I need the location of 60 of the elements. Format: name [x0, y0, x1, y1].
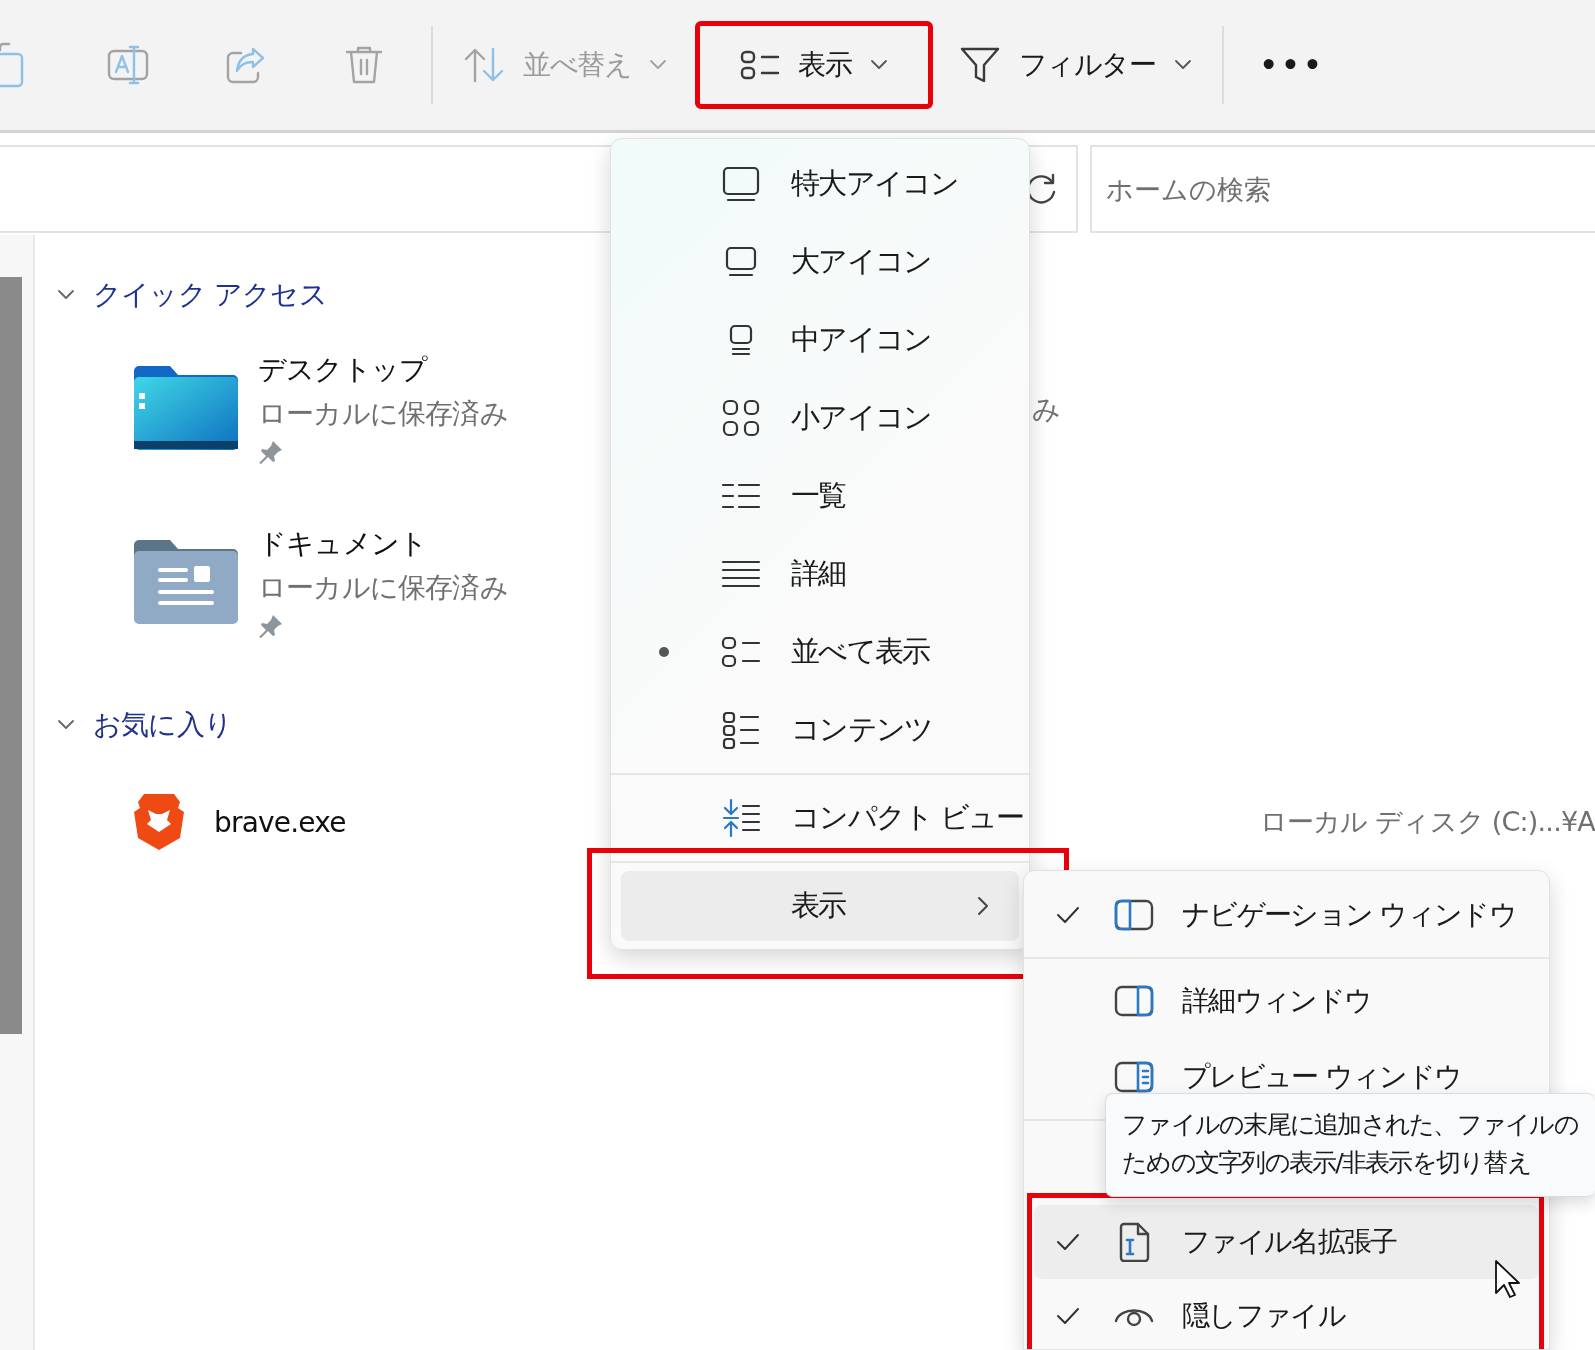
menu-item[interactable]: 一覧	[611, 457, 1029, 535]
file-name[interactable]: brave.exe	[214, 805, 346, 839]
filter-button[interactable]: フィルター	[936, 26, 1214, 104]
file-location: ローカル ディスク (C:)...¥A	[1259, 805, 1595, 839]
tooltip-text: ための文字列の表示/非表示を切り替え	[1122, 1147, 1531, 1179]
compact-view-icon	[721, 798, 761, 838]
folder-status: ローカルに保存済み	[258, 396, 508, 432]
menu-item[interactable]: 小アイコン	[611, 379, 1029, 457]
pin-icon	[258, 439, 284, 465]
menu-item[interactable]: 特大アイコン	[611, 145, 1029, 223]
folder-icon	[132, 365, 240, 451]
details-icon	[721, 560, 761, 588]
tiles-view-icon	[721, 636, 761, 668]
tooltip-text: ファイルの末尾に追加された、ファイルの	[1122, 1109, 1578, 1141]
monitor-icon	[722, 166, 760, 202]
group-header[interactable]: クイック アクセス	[93, 276, 327, 314]
pane-icon	[1114, 1061, 1154, 1093]
submenu-item[interactable]: 表示	[621, 871, 1019, 941]
scrollbar-thumb[interactable]	[0, 277, 22, 1034]
sort-icon	[463, 47, 505, 83]
cursor-icon	[1494, 1259, 1520, 1299]
menu-item[interactable]: コンテンツ	[611, 691, 1029, 769]
tiles-view-icon	[740, 50, 781, 80]
monitor-icon	[727, 324, 755, 356]
pin-icon	[258, 613, 284, 639]
list-icon	[721, 482, 761, 510]
folder-name[interactable]: デスクトップ	[258, 351, 508, 389]
shield-icon	[132, 792, 186, 852]
menu-item[interactable]: ナビゲーション ウィンドウ	[1034, 877, 1539, 953]
more-button[interactable]: •••	[1231, 26, 1354, 104]
menu-item[interactable]: 並べて表示	[611, 613, 1029, 691]
folder-status: ローカルに保存済み	[258, 570, 508, 606]
rename-icon	[107, 45, 149, 85]
search-field[interactable]: ホームの検索	[1090, 145, 1595, 233]
folder-icon	[132, 539, 240, 625]
menu-item[interactable]: 詳細ウィンドウ	[1034, 963, 1539, 1039]
grid-icon	[722, 399, 760, 437]
trash-icon	[344, 44, 384, 86]
monitor-icon	[724, 246, 758, 278]
content-view-icon	[722, 711, 760, 749]
menu-item[interactable]: 詳細	[611, 535, 1029, 613]
document-icon	[1118, 1222, 1150, 1262]
folder-status: み	[1032, 392, 1061, 428]
pane-icon	[1114, 899, 1154, 931]
folder-name[interactable]: ドキュメント	[258, 525, 508, 563]
group-header[interactable]: お気に入り	[93, 706, 232, 744]
menu-item[interactable]: ファイル名拡張子	[1034, 1205, 1539, 1279]
chevron-down-icon	[57, 289, 75, 301]
menu-item[interactable]: 大アイコン	[611, 223, 1029, 301]
chevron-right-icon	[977, 896, 989, 916]
share-icon	[225, 45, 267, 85]
view-button[interactable]: 表示	[695, 21, 933, 109]
chevron-down-icon	[57, 719, 75, 731]
chevron-down-icon	[1173, 59, 1192, 71]
menu-item[interactable]: コンパクト ビュー	[611, 779, 1029, 857]
pane-icon	[1114, 985, 1154, 1017]
filter-icon	[958, 45, 1001, 85]
chevron-down-icon	[649, 59, 668, 71]
chevron-down-icon	[869, 59, 888, 71]
menu-item[interactable]: 中アイコン	[611, 301, 1029, 379]
